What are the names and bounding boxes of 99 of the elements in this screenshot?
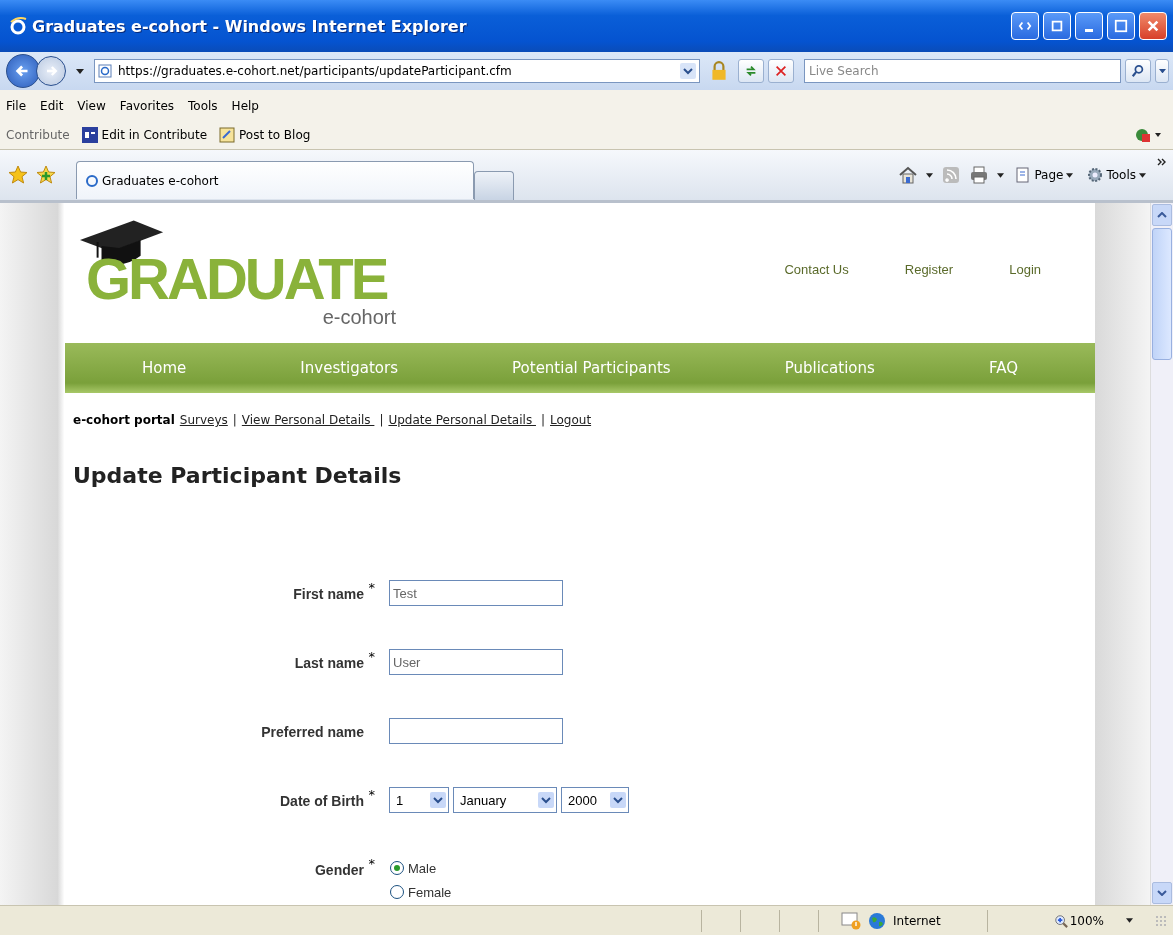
required-mark: * — [367, 649, 375, 666]
required-mark: * — [367, 787, 375, 804]
dropdown-icon[interactable] — [430, 792, 446, 808]
app-icon — [81, 126, 98, 143]
close-icon — [1146, 19, 1160, 33]
header-link[interactable]: Register — [904, 262, 954, 277]
window-switch-button[interactable] — [1043, 12, 1071, 40]
select-field[interactable]: January — [453, 787, 557, 813]
back-button[interactable] — [6, 54, 40, 88]
search-icon — [1131, 64, 1145, 78]
browser-logo-icon — [8, 16, 28, 36]
portal-link[interactable]: Logout — [550, 413, 592, 427]
field-label: Date of Birth — [280, 793, 364, 809]
search-button[interactable] — [1125, 59, 1151, 83]
zone-text: Internet — [893, 913, 941, 928]
caret-icon[interactable] — [1126, 918, 1133, 923]
printer-icon[interactable] — [969, 165, 990, 185]
page-heading: Update Participant Details — [73, 463, 403, 488]
field-label: First name — [293, 586, 364, 602]
chevron-icon[interactable] — [1157, 158, 1167, 166]
blog-icon — [219, 126, 236, 143]
required-mark: * — [367, 580, 375, 597]
field-label: Preferred name — [261, 724, 364, 740]
stop-button[interactable] — [768, 59, 794, 83]
maximize-icon — [1114, 19, 1128, 33]
minimize-icon — [1085, 28, 1093, 32]
close-icon — [774, 64, 788, 78]
caret-icon — [1139, 172, 1146, 178]
menu-item[interactable]: Edit — [40, 99, 64, 113]
minimize-button[interactable] — [1075, 12, 1103, 40]
search-field[interactable]: Live Search — [804, 59, 1121, 83]
field-label: Last name — [294, 655, 364, 671]
dropdown-icon[interactable] — [538, 792, 554, 808]
refresh-icon — [744, 64, 758, 78]
browser-tab[interactable]: Graduates e-cohort — [76, 161, 474, 199]
forward-button[interactable] — [36, 56, 66, 86]
radio-button[interactable] — [389, 860, 405, 876]
portal-link[interactable]: Surveys — [179, 413, 228, 427]
zoom-button[interactable]: 100% — [1053, 913, 1104, 928]
toolbar-button[interactable]: Post to Blog — [219, 126, 311, 143]
square-icon — [1050, 19, 1064, 33]
dropdown-icon[interactable] — [680, 63, 696, 79]
portal-label: e-cohort portal — [73, 413, 175, 427]
scroll-down-icon[interactable] — [1157, 890, 1167, 896]
zoom-icon — [1053, 913, 1068, 928]
page-icon — [98, 64, 112, 78]
window-title: Graduates e-cohort - Windows Internet Explorer — [32, 16, 468, 36]
caret-icon — [1158, 68, 1166, 74]
radio-label: Female — [408, 884, 452, 900]
toolbar-button[interactable]: Edit in Contribute — [81, 126, 208, 143]
gear-icon — [1087, 167, 1104, 183]
select-field[interactable]: 1 — [389, 787, 449, 813]
search-options-button[interactable] — [1155, 59, 1169, 83]
portal-link[interactable]: View Personal Details — [241, 413, 375, 427]
favorites-star-icon[interactable] — [8, 165, 28, 185]
code-brackets-icon — [1018, 19, 1032, 33]
scroll-thumb[interactable] — [1152, 228, 1172, 360]
toolbar-label: Contribute — [6, 127, 70, 142]
menu-item[interactable]: Help — [231, 99, 259, 113]
address-field[interactable]: https://graduates.e-cohort.net/participants/updateParticipant.cfm — [94, 59, 700, 83]
dropdown-icon[interactable] — [610, 792, 626, 808]
caret-icon — [1066, 172, 1074, 178]
maximize-button[interactable] — [1107, 12, 1135, 40]
link-separator: | — [540, 413, 545, 427]
page-icon — [1015, 167, 1032, 183]
caret-icon[interactable] — [76, 68, 84, 74]
scrollbar[interactable] — [1150, 203, 1173, 905]
header-link[interactable]: Contact Us — [784, 262, 849, 277]
link-separator: | — [379, 413, 384, 427]
command-button[interactable]: Page — [1012, 167, 1077, 183]
radio-button[interactable] — [389, 884, 405, 900]
text-field[interactable]: Test — [389, 580, 563, 606]
text-field[interactable]: User — [389, 649, 563, 675]
globe-icon — [867, 911, 888, 930]
caret-icon[interactable] — [997, 172, 1005, 178]
command-button[interactable]: Tools — [1084, 167, 1149, 183]
menu-item[interactable]: File — [6, 99, 27, 113]
scroll-up-icon[interactable] — [1157, 212, 1167, 218]
page-icon — [85, 173, 99, 188]
menu-item[interactable]: Tools — [188, 99, 218, 113]
toolbar-menu-icon[interactable] — [1135, 126, 1163, 143]
header-link[interactable]: Login — [1009, 262, 1041, 277]
portal-link[interactable]: Update Personal Details — [388, 413, 536, 427]
radio-label: Male — [408, 860, 437, 876]
menu-item[interactable]: Favorites — [119, 99, 175, 113]
select-field[interactable]: 2000 — [561, 787, 629, 813]
link-separator: | — [232, 413, 237, 427]
home-icon[interactable] — [898, 165, 919, 185]
refresh-button[interactable] — [738, 59, 764, 83]
url-text: https://graduates.e-cohort.net/participants/updateParticipant.cfm — [118, 64, 513, 78]
menu-item[interactable]: View — [77, 99, 106, 113]
caret-icon[interactable] — [926, 172, 934, 178]
field-label: Gender — [315, 862, 364, 878]
required-mark: * — [367, 856, 375, 873]
text-field[interactable] — [389, 718, 563, 744]
close-button[interactable] — [1139, 12, 1167, 40]
logo[interactable]: GRADUATE e-cohort — [78, 214, 398, 330]
restore-tabs-button[interactable] — [1011, 12, 1039, 40]
add-favorite-icon[interactable] — [36, 165, 56, 185]
